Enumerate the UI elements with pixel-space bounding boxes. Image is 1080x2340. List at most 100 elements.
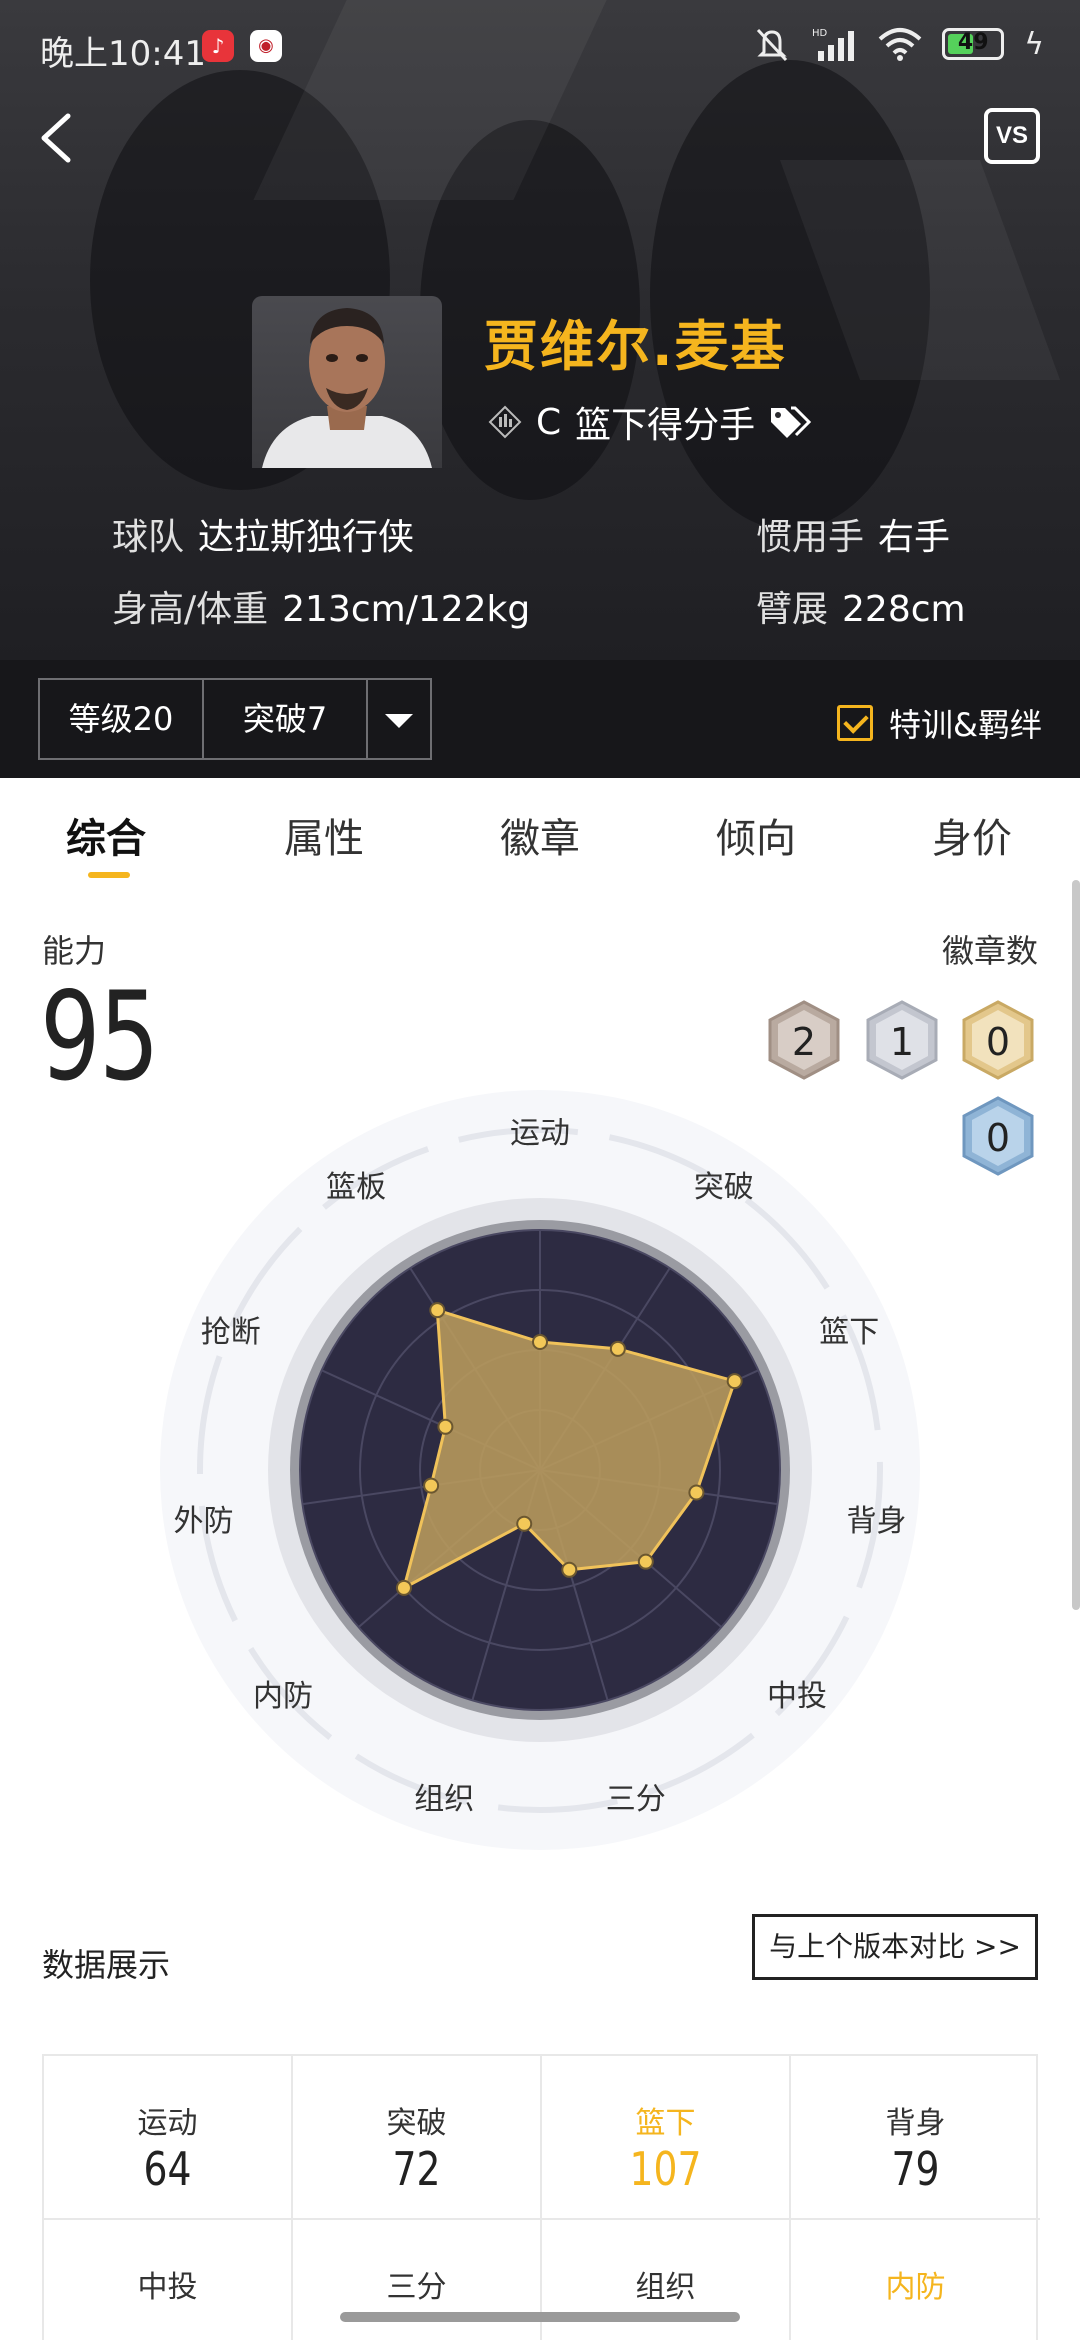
app-logo-icon: ◉ — [250, 30, 282, 62]
tab-badges[interactable]: 徽章 — [500, 806, 580, 864]
svg-text:HD: HD — [812, 28, 828, 39]
level-selector[interactable]: 等级20 — [38, 678, 204, 760]
radar-axis-label: 组织 — [414, 1782, 475, 1818]
radar-axis-label: 内防 — [253, 1678, 314, 1714]
radar-axis-label: 突破 — [693, 1169, 754, 1205]
radar-point — [395, 1579, 412, 1596]
tab-attributes[interactable]: 属性 — [284, 806, 364, 864]
tab-tendencies[interactable]: 倾向 — [716, 806, 796, 864]
badge-bronze-count: 2 — [791, 1020, 817, 1064]
netease-music-icon: ♪ — [202, 30, 234, 62]
stat-value: 107 — [629, 2142, 702, 2196]
stats-grid: 运动 64 突破 72 篮下 107 背身 79 中投 三分 组织 内防 — [42, 2054, 1040, 2340]
radar-point — [423, 1477, 440, 1494]
stat-cell: 中投 — [44, 2220, 293, 2340]
radar-point — [637, 1553, 654, 1570]
radar-axis-label: 背身 — [846, 1504, 907, 1540]
stat-label: 内防 — [885, 2270, 946, 2305]
body-label: 身高/体重 — [112, 589, 269, 630]
position-chip-icon — [488, 405, 522, 439]
body-value: 213cm/122kg — [282, 589, 531, 630]
stat-cell: 背身 79 — [791, 2056, 1040, 2220]
radar-axis-label: 抢断 — [200, 1314, 261, 1350]
team-info: 球队 达拉斯独行侠 — [112, 508, 414, 560]
stat-label: 背身 — [885, 2106, 946, 2141]
status-icons: HD 49 ϟ — [752, 26, 1044, 62]
hand-label: 惯用手 — [756, 517, 865, 558]
badge-silver: 1 — [866, 1000, 938, 1080]
stat-label: 突破 — [386, 2106, 447, 2141]
player-role: 篮下得分手 — [575, 405, 756, 446]
badge-gold: 0 — [962, 1000, 1034, 1080]
stat-value: 72 — [392, 2142, 441, 2196]
player-hero: 晚上10:41 ♪ ◉ HD 49 ϟ VS 贾维尔.麦基 C 篮下得分手 球队… — [0, 0, 1080, 660]
status-bar: 晚上10:41 ♪ ◉ HD 49 ϟ — [0, 0, 1080, 96]
body-info: 身高/体重 213cm/122kg — [112, 580, 530, 632]
stat-label: 运动 — [137, 2106, 198, 2141]
stat-value: 64 — [143, 2142, 192, 2196]
back-button[interactable] — [34, 108, 84, 168]
training-label: 特训&羁绊 — [889, 706, 1042, 744]
mute-bell-icon — [757, 28, 788, 62]
team-value: 达拉斯独行侠 — [198, 517, 415, 558]
stat-label: 组织 — [635, 2270, 696, 2305]
stat-cell: 运动 64 — [44, 2056, 293, 2220]
home-indicator[interactable] — [340, 2312, 740, 2322]
radar-axis-label: 运动 — [510, 1116, 570, 1151]
badge-bronze: 2 — [768, 1000, 840, 1080]
battery-level: 49 — [957, 30, 989, 55]
player-name: 贾维尔.麦基 — [484, 315, 787, 378]
badge-blue-count: 0 — [985, 1116, 1011, 1160]
charging-icon: ϟ — [1024, 26, 1044, 62]
ability-value: 95 — [40, 966, 160, 1108]
stat-cell: 突破 72 — [293, 2056, 542, 2220]
hand-info: 惯用手 右手 — [756, 508, 950, 560]
wifi-icon — [878, 28, 922, 61]
battery-icon: 49 — [942, 28, 1005, 60]
radar-point — [561, 1561, 578, 1578]
tag-icon[interactable] — [769, 404, 812, 440]
status-time: 晚上10:41 — [40, 34, 206, 74]
hand-value: 右手 — [878, 517, 951, 558]
player-avatar — [252, 296, 442, 468]
tab-bar: 综合 属性 徽章 倾向 身价 — [0, 778, 1080, 878]
signal-icon: HD — [812, 28, 855, 61]
breakthrough-selector[interactable]: 突破7 — [202, 678, 368, 760]
stat-cell: 篮下 107 — [542, 2056, 791, 2220]
back-arrow-icon — [41, 113, 71, 163]
radar-svg — [160, 1090, 920, 1850]
stat-cell: 组织 — [542, 2220, 791, 2340]
filter-bar: 等级20 突破7 特训&羁绊 — [0, 660, 1080, 778]
caret-down-icon — [385, 714, 413, 728]
badge-count-label: 徽章数 — [941, 932, 1038, 970]
radar-point — [516, 1515, 533, 1532]
radar-axis-label: 中投 — [766, 1678, 827, 1714]
filter-dropdown-button[interactable] — [366, 678, 432, 760]
data-section-title: 数据展示 — [42, 1946, 171, 1984]
scrollbar[interactable] — [1072, 880, 1080, 1610]
radar-point — [726, 1373, 743, 1390]
team-label: 球队 — [112, 517, 185, 558]
stat-cell: 三分 — [293, 2220, 542, 2340]
tab-value[interactable]: 身价 — [932, 806, 1012, 864]
stat-label: 三分 — [386, 2270, 447, 2305]
radar-axis-label: 篮板 — [326, 1169, 387, 1205]
wingspan-info: 臂展 228cm — [756, 580, 966, 632]
stat-label: 篮下 — [635, 2106, 696, 2141]
tab-overview[interactable]: 综合 — [66, 806, 146, 864]
radar-point — [688, 1484, 705, 1501]
wingspan-label: 臂展 — [756, 589, 829, 630]
badge-blue: 0 — [962, 1096, 1034, 1176]
vs-compare-button[interactable]: VS — [984, 108, 1040, 164]
training-toggle[interactable]: 特训&羁绊 — [837, 700, 1042, 746]
radar-axis-label: 外防 — [173, 1504, 234, 1540]
stat-cell: 内防 — [791, 2220, 1040, 2340]
player-role-row: C 篮下得分手 — [488, 396, 812, 448]
radar-point — [429, 1302, 446, 1319]
stat-value: 79 — [891, 2142, 940, 2196]
compare-version-button[interactable]: 与上个版本对比 >> — [752, 1914, 1038, 1980]
training-checkbox[interactable] — [837, 705, 874, 741]
radar-point — [437, 1418, 454, 1435]
attribute-radar-chart: 运动 突破 篮下 背身 中投 三分 组织 内防 外防 抢断 篮板 — [150, 1080, 930, 1860]
radar-axis-label: 三分 — [605, 1782, 666, 1818]
